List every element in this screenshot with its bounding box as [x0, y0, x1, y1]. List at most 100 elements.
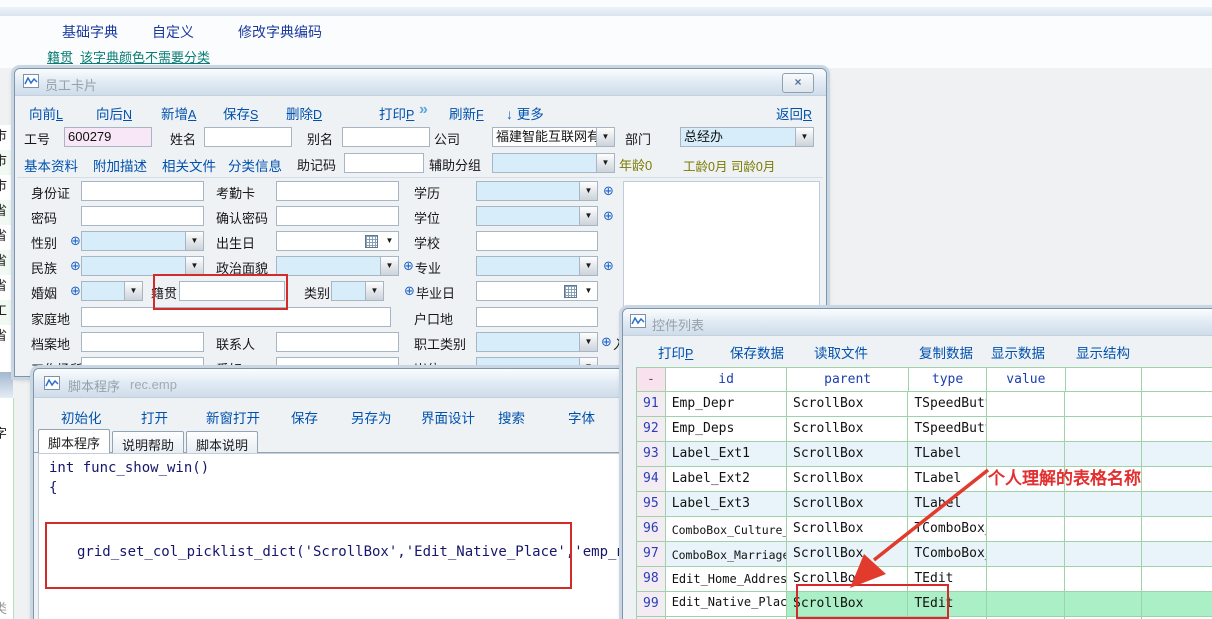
gender-select[interactable]: ▼ — [81, 231, 204, 251]
password-field[interactable] — [81, 206, 204, 226]
copy-data-button[interactable]: 复制数据 — [919, 342, 973, 362]
dept-select[interactable]: 总经办▼ — [680, 127, 814, 147]
cell-id[interactable]: Edit_Home_Address — [666, 567, 787, 592]
chevron-double-right-icon[interactable]: » — [419, 101, 428, 119]
tab-class-info[interactable]: 分类信息 — [228, 155, 282, 175]
read-file-button[interactable]: 读取文件 — [814, 342, 868, 362]
degree-select[interactable]: ▼ — [476, 206, 598, 226]
plus-circle-icon[interactable]: ⊕ — [603, 208, 614, 224]
menu-basic-dictionary[interactable]: 基础字典 — [62, 22, 118, 42]
plus-circle-icon[interactable]: ⊕ — [404, 283, 415, 299]
back-button[interactable]: 返回R — [776, 103, 812, 123]
menu-custom[interactable]: 自定义 — [152, 22, 194, 42]
cell-value[interactable] — [987, 417, 1065, 442]
company-select[interactable]: 福建智能互联网有限▼ — [492, 127, 615, 147]
plus-circle-icon[interactable]: ⊕ — [403, 258, 414, 274]
politics-select[interactable]: ▼ — [276, 256, 399, 276]
household-field[interactable] — [476, 307, 598, 327]
script-titlebar[interactable] — [34, 369, 631, 398]
next-button[interactable]: 向后N — [96, 103, 132, 123]
school-field[interactable] — [476, 231, 598, 251]
header-type[interactable]: type — [909, 367, 987, 392]
file-address-field[interactable] — [81, 332, 204, 352]
cell-value[interactable] — [987, 392, 1065, 417]
ethnic-select[interactable]: ▼ — [81, 256, 204, 276]
save-data-button[interactable]: 保存数据 — [730, 342, 784, 362]
chevron-down-icon[interactable]: ▼ — [579, 207, 597, 225]
tab-extra-desc[interactable]: 附加描述 — [93, 155, 147, 175]
header-value[interactable]: value — [987, 367, 1065, 392]
init-button[interactable]: 初始化 — [61, 407, 102, 427]
table-row[interactable]: 92 Emp_Deps ScrollBox TSpeedButton — [637, 417, 1212, 442]
open-button[interactable]: 打开 — [141, 407, 168, 427]
home-address-field[interactable] — [81, 307, 391, 327]
more-button[interactable]: ↓ 更多 — [506, 103, 544, 123]
plus-circle-icon[interactable]: ⊕ — [70, 283, 81, 299]
chevron-down-icon[interactable]: ▼ — [185, 232, 203, 250]
cell-id[interactable]: Label_Ext1 — [666, 442, 787, 467]
chevron-down-icon[interactable]: ▼ — [579, 257, 597, 275]
chevron-down-icon[interactable]: ▼ — [596, 128, 614, 146]
tab-basic-info[interactable]: 基本资料 — [24, 155, 78, 175]
plus-circle-icon[interactable]: ⊕ — [603, 183, 614, 199]
add-button[interactable]: 新增A — [161, 103, 196, 123]
birthday-datepicker[interactable]: ▼ — [276, 231, 399, 251]
cell-type[interactable]: TSpeedButton — [908, 417, 986, 442]
show-structure-button[interactable]: 显示结构 — [1076, 342, 1130, 362]
menu-modify-dict-code[interactable]: 修改字典编码 — [238, 22, 322, 42]
cell-id[interactable]: Emp_Deps — [666, 417, 787, 442]
chevron-down-icon[interactable]: ▼ — [795, 128, 813, 146]
search-button[interactable]: 搜索 — [498, 407, 525, 427]
ui-design-button[interactable]: 界面设计 — [421, 407, 475, 427]
emp-type-select[interactable]: ▼ — [476, 332, 598, 352]
tab-help[interactable]: 说明帮助 — [112, 431, 184, 453]
chevron-down-icon[interactable]: ▼ — [381, 232, 398, 250]
dict-name-label[interactable]: 籍贯 — [47, 47, 73, 66]
print-button[interactable]: 打印P — [379, 103, 414, 123]
table-row[interactable]: 91 Emp_Depr ScrollBox TSpeedButton — [637, 392, 1212, 417]
delete-button[interactable]: 删除D — [286, 103, 322, 123]
cell-id[interactable]: ComboBox_Culture_Degree — [666, 517, 787, 542]
save-button[interactable]: 保存 — [291, 407, 318, 427]
header-id[interactable]: id — [666, 367, 788, 392]
attendance-field[interactable] — [276, 181, 399, 201]
auxgroup-select[interactable]: ▼ — [492, 153, 615, 173]
save-as-button[interactable]: 另存为 — [351, 407, 392, 427]
cell-parent[interactable]: ScrollBox — [787, 417, 908, 442]
chevron-down-icon[interactable]: ▼ — [124, 282, 142, 300]
close-icon[interactable]: × — [782, 73, 814, 93]
chevron-down-icon[interactable]: ▼ — [579, 333, 597, 351]
chevron-down-icon[interactable]: ▼ — [579, 182, 597, 200]
cell-type[interactable]: TSpeedButton — [908, 392, 986, 417]
alias-field[interactable] — [342, 127, 430, 147]
cell-id[interactable]: Label_Ext3 — [666, 492, 787, 517]
cell-id[interactable]: Edit_Native_Place — [666, 592, 787, 617]
idcard-field[interactable] — [81, 181, 204, 201]
show-data-button[interactable]: 显示数据 — [991, 342, 1045, 362]
cell-parent[interactable]: ScrollBox — [787, 392, 908, 417]
chevron-down-icon[interactable]: ▼ — [380, 257, 398, 275]
confirm-password-field[interactable] — [276, 206, 399, 226]
plus-circle-icon[interactable]: ⊕ — [70, 258, 81, 274]
chevron-down-icon[interactable]: ▼ — [365, 282, 383, 300]
cell-id[interactable]: Emp_Depr — [666, 392, 787, 417]
header-parent[interactable]: parent — [787, 367, 909, 392]
marriage-select[interactable]: ▼ — [81, 281, 143, 301]
prev-button[interactable]: 向前L — [29, 103, 63, 123]
font-button[interactable]: 字体 — [568, 407, 595, 427]
employee-card-titlebar[interactable] — [15, 69, 826, 96]
print-button[interactable]: 打印P — [658, 342, 693, 362]
education-select[interactable]: ▼ — [476, 181, 598, 201]
category-select[interactable]: ▼ — [331, 281, 384, 301]
cell-id[interactable]: Label_Ext2 — [666, 467, 787, 492]
empno-field[interactable]: 600279 — [64, 127, 152, 147]
open-new-window-button[interactable]: 新窗打开 — [206, 407, 260, 427]
refresh-button[interactable]: 刷新F — [449, 103, 484, 123]
graduation-datepicker[interactable]: ▼ — [476, 281, 598, 301]
plus-circle-icon[interactable]: ⊕ — [601, 334, 612, 350]
tab-script-desc[interactable]: 脚本说明 — [186, 431, 258, 453]
plus-circle-icon[interactable]: ⊕ — [603, 258, 614, 274]
chevron-down-icon[interactable]: ▼ — [580, 282, 597, 300]
tab-script-program[interactable]: 脚本程序 — [38, 429, 110, 453]
mnemonic-field[interactable] — [344, 153, 424, 173]
